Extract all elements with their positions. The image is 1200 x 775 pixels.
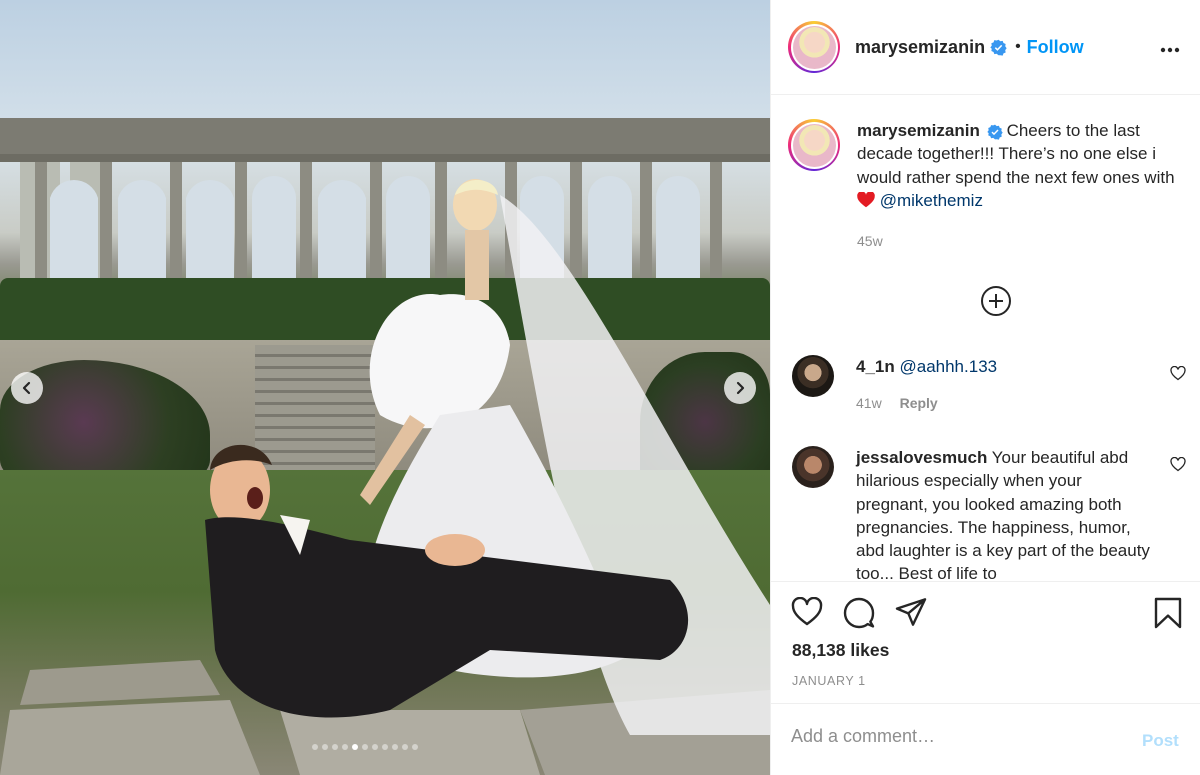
carousel-dot: [412, 744, 418, 750]
post-date: JANUARY 1: [792, 674, 866, 688]
bookmark-icon: [1154, 597, 1182, 629]
share-button[interactable]: [895, 597, 927, 632]
comment-like-button[interactable]: [1170, 365, 1186, 386]
post-photo[interactable]: [0, 0, 770, 775]
carousel-dot: [322, 744, 328, 750]
post-comment-button[interactable]: Post: [1142, 731, 1179, 751]
add-comment-bar: Post: [771, 703, 1200, 775]
red-heart-icon: [857, 191, 875, 214]
chevron-right-icon: [736, 381, 745, 395]
photo-groom: [205, 444, 689, 718]
caption-username[interactable]: marysemizanin: [857, 121, 980, 140]
post-header: marysemizanin • Follow: [771, 0, 1200, 95]
caption-avatar[interactable]: [788, 119, 840, 171]
avatar-image: [792, 123, 836, 167]
save-button[interactable]: [1153, 597, 1183, 634]
comment-like-button[interactable]: [1170, 456, 1186, 477]
carousel-dot: [372, 744, 378, 750]
heart-icon: [791, 596, 823, 626]
avatar-image: [792, 25, 836, 69]
caption-timestamp: 45w: [857, 233, 883, 249]
caption-mention-link[interactable]: @mikethemiz: [880, 191, 983, 210]
carousel-dot: [402, 744, 408, 750]
carousel-prev-button[interactable]: [11, 372, 43, 404]
comment-icon: [843, 597, 875, 629]
comment-username[interactable]: jessalovesmuch: [856, 448, 987, 467]
verified-badge-icon: [990, 39, 1007, 56]
heart-icon: [1170, 456, 1186, 472]
comments-list[interactable]: marysemizanin Cheers to the last decade …: [771, 96, 1200, 581]
post-sidebar: marysemizanin • Follow marysemizanin Che…: [770, 0, 1200, 775]
chevron-left-icon: [22, 381, 31, 395]
comment-text: Your beautiful abd hilarious especially …: [856, 448, 1150, 581]
comment-timestamp: 41w: [856, 395, 882, 412]
comment-meta: 41w Reply: [856, 392, 1154, 415]
load-more-comments-button[interactable]: [980, 285, 1012, 322]
post-caption: marysemizanin Cheers to the last decade …: [788, 119, 1188, 214]
commenter-avatar[interactable]: [792, 446, 834, 488]
carousel-dot: [312, 744, 318, 750]
carousel-dot: [342, 744, 348, 750]
comment-username[interactable]: 4_1n: [856, 357, 895, 376]
post-actions: 88,138 likes JANUARY 1: [771, 581, 1200, 703]
add-comment-input[interactable]: [791, 726, 1121, 747]
more-options-icon[interactable]: [1160, 40, 1180, 58]
carousel-dot: [332, 744, 338, 750]
carousel-next-button[interactable]: [724, 372, 756, 404]
avatar[interactable]: [788, 21, 840, 73]
like-button[interactable]: [791, 596, 823, 632]
comment-item: jessalovesmuch Your beautiful abd hilari…: [792, 446, 1192, 581]
follow-button[interactable]: Follow: [1027, 37, 1084, 58]
likes-count[interactable]: 88,138 likes: [792, 640, 889, 661]
caption-text: marysemizanin Cheers to the last decade …: [857, 119, 1177, 214]
carousel-dots: [312, 744, 418, 750]
comment-item: 4_1n @aahhh.133 41w Reply: [792, 355, 1192, 416]
carousel-dot: [392, 744, 398, 750]
header-separator: •: [1015, 38, 1021, 55]
carousel-dot: [352, 744, 358, 750]
reply-button[interactable]: Reply: [900, 395, 938, 411]
commenter-avatar[interactable]: [792, 355, 834, 397]
share-icon: [895, 598, 927, 626]
comment-text[interactable]: @aahhh.133: [899, 357, 997, 376]
header-username[interactable]: marysemizanin: [855, 37, 985, 58]
verified-badge-icon: [986, 124, 1003, 140]
carousel-dot: [362, 744, 368, 750]
carousel-dot: [382, 744, 388, 750]
plus-circle-icon: [981, 286, 1011, 316]
comment-button[interactable]: [843, 597, 875, 634]
heart-icon: [1170, 365, 1186, 381]
